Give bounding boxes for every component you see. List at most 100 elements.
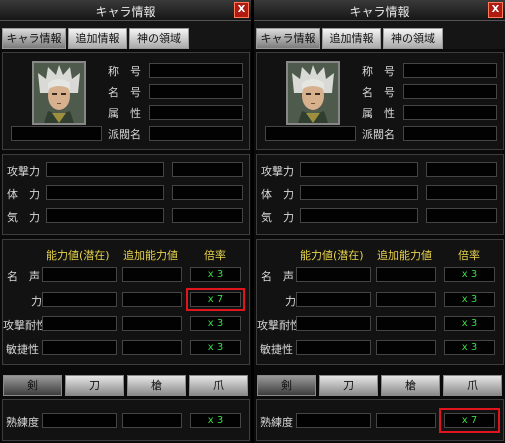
- fame-multiplier: x 3: [444, 267, 495, 282]
- ability-header: 能力値(潜在): [46, 249, 110, 262]
- mastery-additional-field: [376, 413, 436, 428]
- name-field: [403, 84, 497, 99]
- agility-label: 敏捷性: [260, 343, 293, 356]
- character-info-window: キャラ情報 X キャラ情報 追加情報 神の領域 称 号 名 号 属 性 派閥名 …: [254, 0, 505, 443]
- attack-resistance-label: 攻撃耐性: [3, 319, 47, 332]
- name-label: 名 号: [108, 86, 141, 99]
- fame-multiplier: x 3: [190, 267, 241, 282]
- weapon-tab-blade[interactable]: 刀: [65, 375, 124, 396]
- agility-value-field: [296, 340, 371, 355]
- window-title: キャラ情報: [95, 5, 156, 19]
- fame-additional-field: [376, 267, 436, 282]
- tab-bar: キャラ情報 追加情報 神の領域: [0, 21, 251, 49]
- title-label: 称 号: [108, 65, 141, 78]
- fame-label: 名 声: [7, 270, 40, 283]
- weapon-tab-sword[interactable]: 剣: [3, 375, 62, 396]
- hp-label: 体 力: [261, 188, 294, 201]
- highlight-box: [439, 408, 500, 433]
- power-value-field: [296, 292, 371, 307]
- hp-field: [46, 185, 164, 200]
- attack-resistance-additional-field: [376, 316, 436, 331]
- tab-god-domain[interactable]: 神の領域: [129, 28, 189, 49]
- multiplier-header: 倍率: [458, 249, 480, 262]
- faction-field: [403, 126, 497, 141]
- hp-extra-field: [172, 185, 243, 200]
- ki-field: [46, 208, 164, 223]
- title-field: [403, 63, 497, 78]
- ki-label: 気 力: [7, 211, 40, 224]
- fame-label: 名 声: [261, 270, 294, 283]
- weapon-tab-spear[interactable]: 槍: [127, 375, 186, 396]
- weapon-tab-blade[interactable]: 刀: [319, 375, 378, 396]
- tab-character-info[interactable]: キャラ情報: [256, 28, 320, 49]
- attack-resistance-value-field: [42, 316, 117, 331]
- attack-resistance-value-field: [296, 316, 371, 331]
- attack-resistance-label: 攻撃耐性: [257, 319, 301, 332]
- ki-extra-field: [172, 208, 243, 223]
- title-label: 称 号: [362, 65, 395, 78]
- attack-resistance-additional-field: [122, 316, 182, 331]
- attack-resistance-multiplier: x 3: [190, 316, 241, 331]
- attack-label: 攻撃力: [261, 165, 294, 178]
- mastery-value-field: [296, 413, 371, 428]
- power-additional-field: [122, 292, 182, 307]
- portrait-image: [288, 63, 338, 123]
- faction-label: 派閥名: [108, 128, 141, 141]
- additional-ability-header: 追加能力値: [123, 249, 178, 262]
- ki-extra-field: [426, 208, 497, 223]
- tab-bar: キャラ情報 追加情報 神の領域: [254, 21, 505, 49]
- character-info-window: キャラ情報 X キャラ情報 追加情報 神の領域 称 号 名 号 属 性 派閥名 …: [0, 0, 251, 443]
- highlight-box: [186, 288, 245, 311]
- close-button[interactable]: X: [488, 2, 503, 18]
- name-label: 名 号: [362, 86, 395, 99]
- tab-character-info[interactable]: キャラ情報: [2, 28, 66, 49]
- power-multiplier: x 3: [444, 292, 495, 307]
- weapon-tab-claw[interactable]: 爪: [189, 375, 248, 396]
- tab-additional-info[interactable]: 追加情報: [322, 28, 381, 49]
- multiplier-header: 倍率: [204, 249, 226, 262]
- mastery-label: 熟練度: [260, 416, 293, 429]
- weapon-tab-sword[interactable]: 剣: [257, 375, 316, 396]
- close-button[interactable]: X: [234, 2, 249, 18]
- power-label: 力: [31, 295, 42, 308]
- agility-additional-field: [122, 340, 182, 355]
- title-bar[interactable]: キャラ情報 X: [0, 0, 251, 21]
- tab-additional-info[interactable]: 追加情報: [68, 28, 127, 49]
- power-additional-field: [376, 292, 436, 307]
- attribute-label: 属 性: [362, 107, 395, 120]
- attack-field: [300, 162, 418, 177]
- portrait-image: [34, 63, 84, 123]
- agility-multiplier: x 3: [444, 340, 495, 355]
- attack-field: [46, 162, 164, 177]
- ki-label: 気 力: [261, 211, 294, 224]
- weapon-tab-claw[interactable]: 爪: [443, 375, 502, 396]
- tab-god-domain[interactable]: 神の領域: [383, 28, 443, 49]
- hp-extra-field: [426, 185, 497, 200]
- power-value-field: [42, 292, 117, 307]
- agility-additional-field: [376, 340, 436, 355]
- title-field: [149, 63, 243, 78]
- faction-field: [149, 126, 243, 141]
- faction-label: 派閥名: [362, 128, 395, 141]
- attribute-field: [403, 105, 497, 120]
- agility-value-field: [42, 340, 117, 355]
- ability-header: 能力値(潜在): [300, 249, 364, 262]
- weapon-tab-spear[interactable]: 槍: [381, 375, 440, 396]
- hp-field: [300, 185, 418, 200]
- fame-additional-field: [122, 267, 182, 282]
- attribute-field: [149, 105, 243, 120]
- fame-value-field: [296, 267, 371, 282]
- attack-label: 攻撃力: [7, 165, 40, 178]
- agility-label: 敏捷性: [6, 343, 39, 356]
- title-bar[interactable]: キャラ情報 X: [254, 0, 505, 21]
- extra-field: [265, 126, 356, 141]
- attack-extra-field: [426, 162, 497, 177]
- mastery-multiplier: x 3: [190, 413, 241, 428]
- name-field: [149, 84, 243, 99]
- character-portrait: [286, 61, 340, 125]
- extra-field: [11, 126, 102, 141]
- character-portrait: [32, 61, 86, 125]
- window-title: キャラ情報: [349, 5, 410, 19]
- additional-ability-header: 追加能力値: [377, 249, 432, 262]
- mastery-label: 熟練度: [6, 416, 39, 429]
